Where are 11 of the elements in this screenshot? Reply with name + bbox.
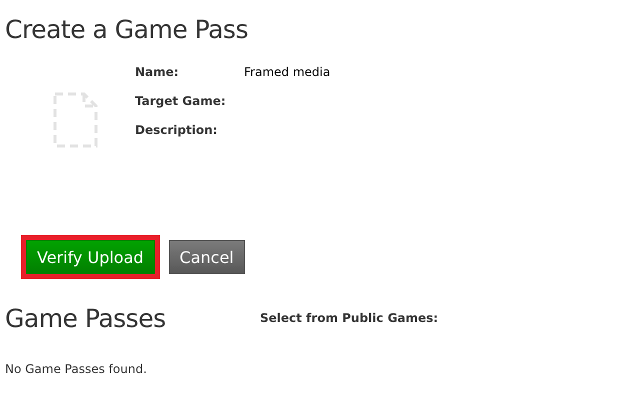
- empty-message: No Game Passes found.: [4, 361, 148, 376]
- verify-upload-button[interactable]: Verify Upload: [26, 240, 155, 274]
- cancel-button[interactable]: Cancel: [168, 240, 245, 274]
- field-label: Target Game:: [135, 94, 227, 108]
- field-label: Name:: [135, 65, 180, 79]
- file-placeholder-icon: [53, 92, 98, 148]
- field-label: Description:: [135, 123, 218, 137]
- page-title: Create a Game Pass: [4, 14, 249, 46]
- field-value: Framed media: [244, 65, 330, 79]
- filter-label: Select from Public Games:: [260, 311, 438, 325]
- section-title: Game Passes: [5, 304, 167, 332]
